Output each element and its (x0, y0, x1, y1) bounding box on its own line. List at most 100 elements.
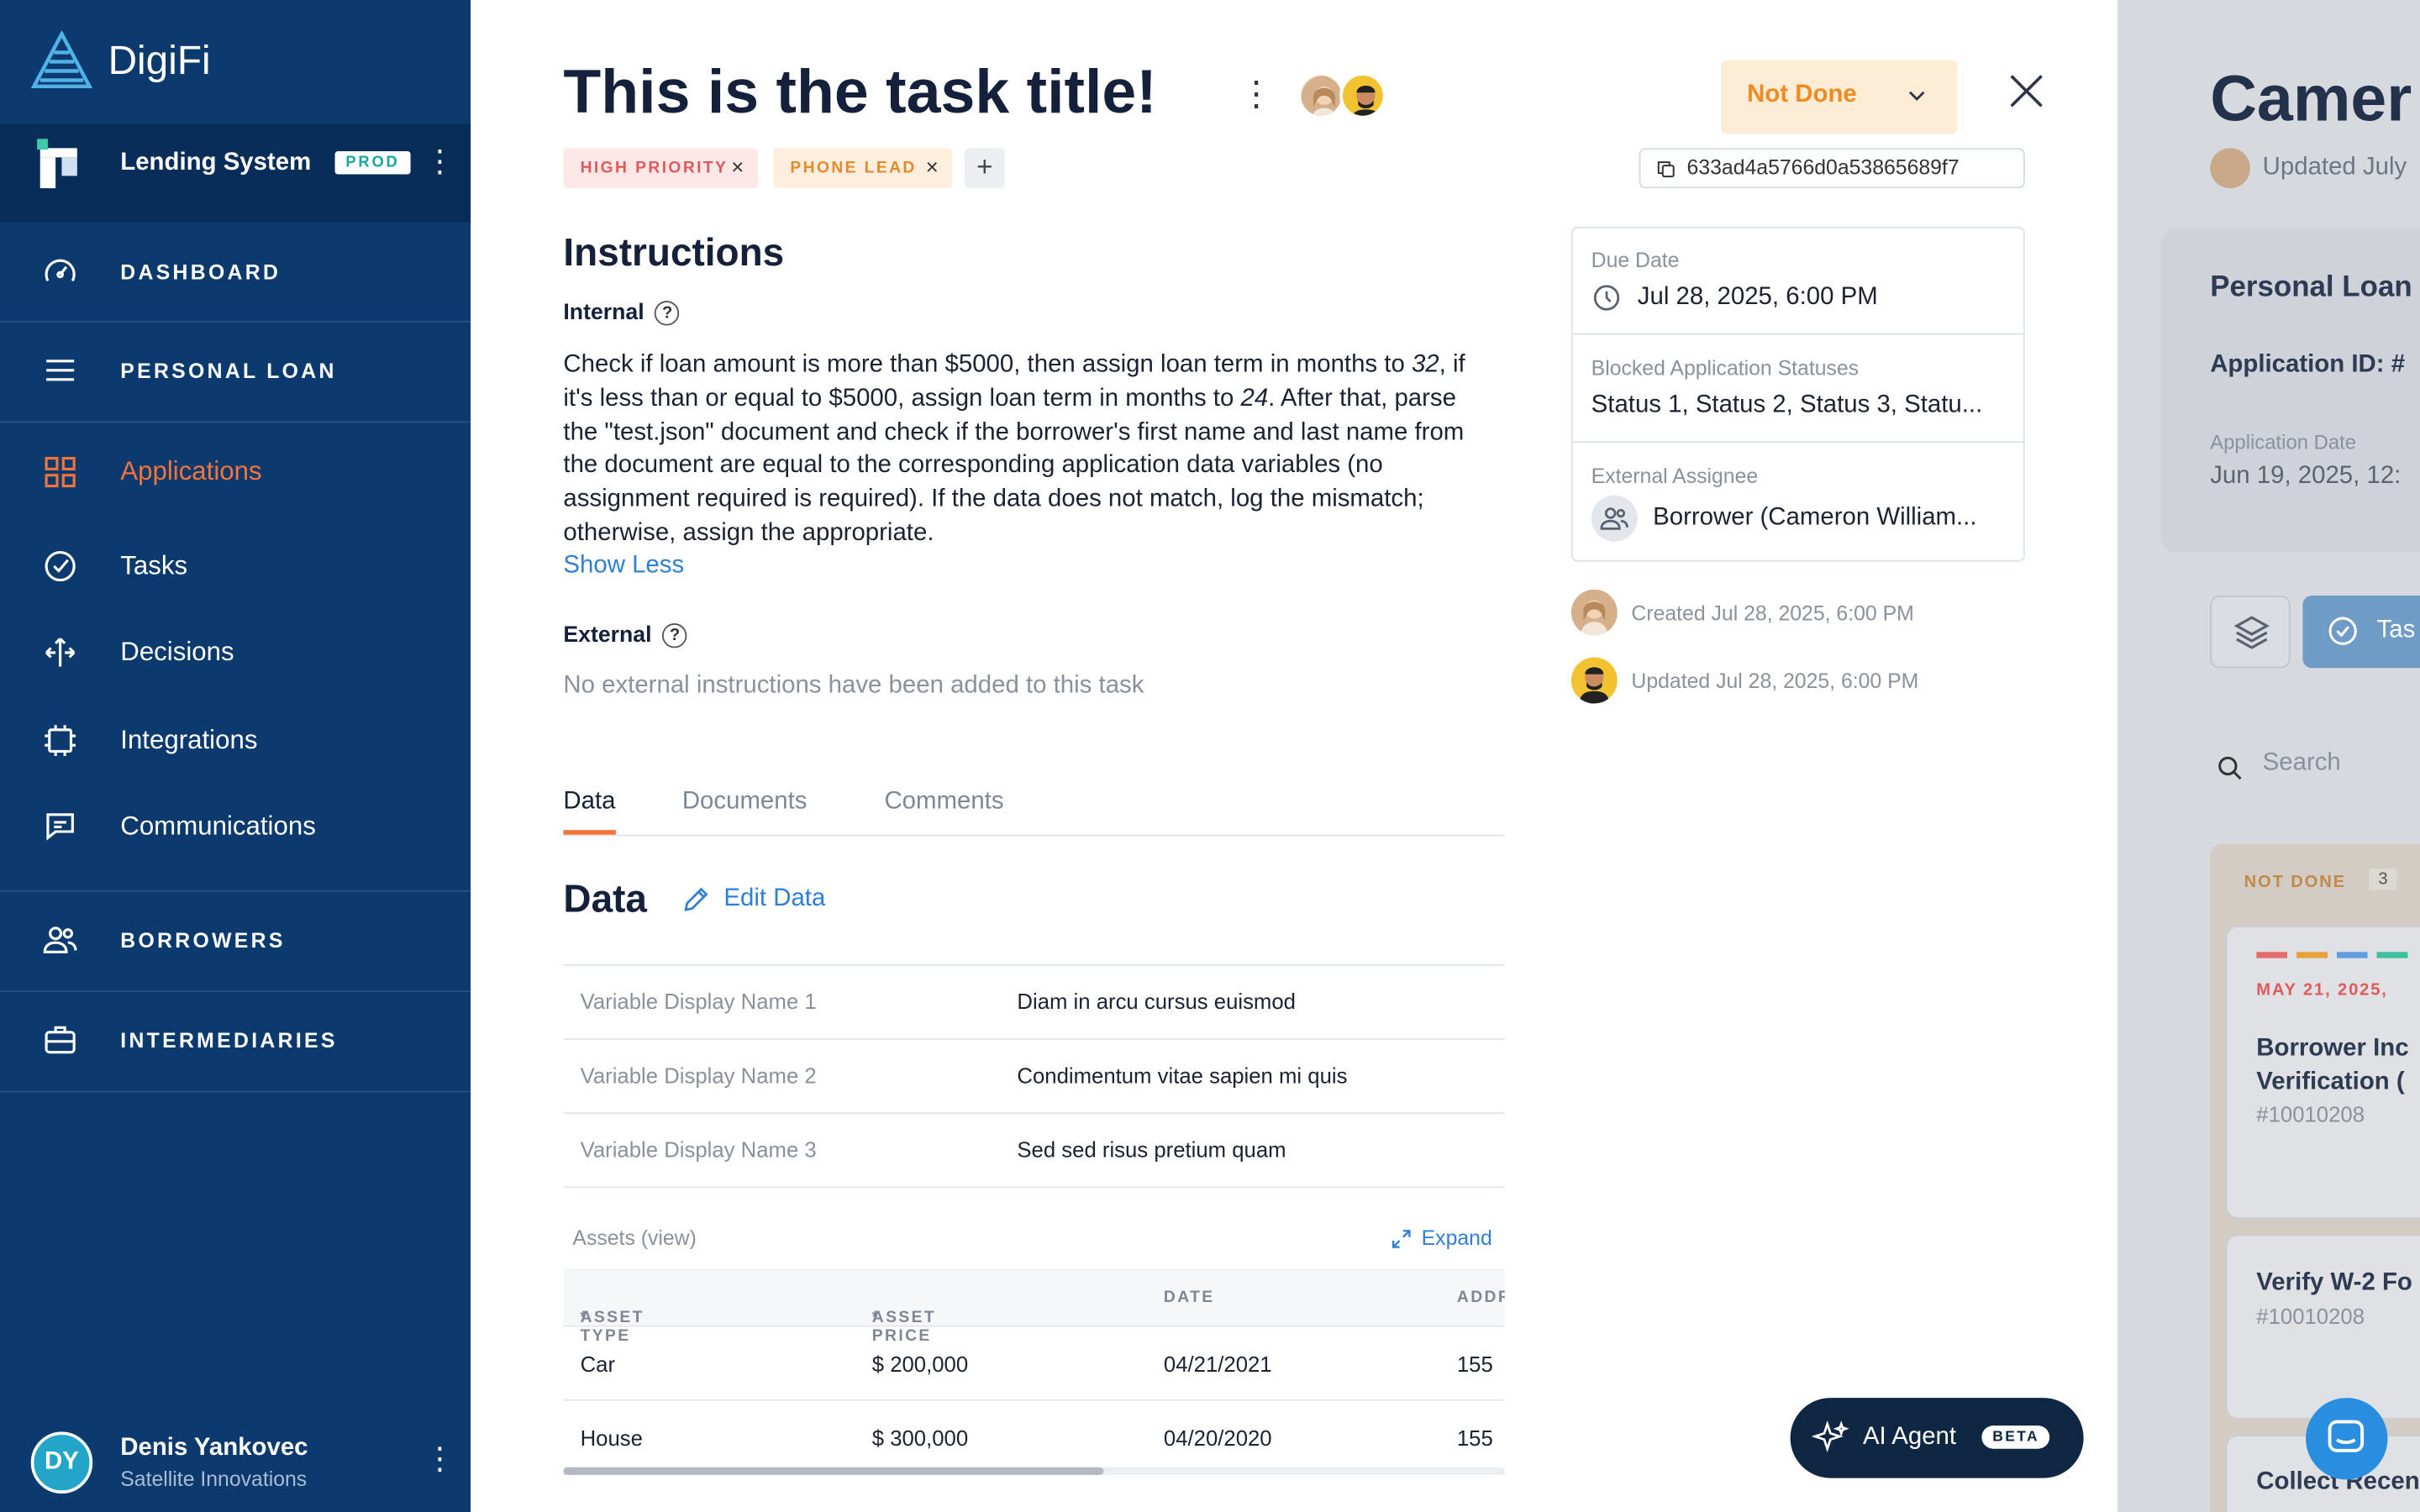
nav-label: Communications (120, 811, 316, 842)
user-menu-icon[interactable]: ⋮ (424, 1444, 455, 1475)
logo[interactable]: DigiFi (30, 30, 211, 90)
due-date-label: Due Date (1591, 248, 1680, 272)
instr-em-1: 32 (1411, 351, 1439, 378)
sidebar: DigiFi Lending System PROD ⋮ DASHBOARD P… (0, 0, 471, 1512)
users-icon (1591, 495, 1638, 542)
created-text: Created Jul 28, 2025, 6:00 PM (1631, 601, 1914, 624)
updated-text: Updated Jul 28, 2025, 6:00 PM (1631, 669, 1919, 692)
asset-addr: 155 (1456, 1351, 1493, 1377)
table-row[interactable]: Car $ 200,000 04/21/2021 155 (563, 1327, 1505, 1401)
bg-card-color-bars (2256, 952, 2420, 958)
variable-name: Variable Display Name 2 (580, 1063, 817, 1088)
check-circle-icon (45, 550, 76, 582)
more-menu-icon[interactable]: ⋮ (1239, 76, 1273, 111)
user-name: Denis Yankovec (120, 1435, 308, 1462)
edit-data-button[interactable]: Edit Data (681, 884, 825, 915)
nav-tasks[interactable]: Tasks (0, 517, 471, 616)
org-icon (37, 139, 77, 189)
remove-tag-icon[interactable]: × (731, 155, 744, 179)
bg-tasks-button: Tas (2302, 595, 2420, 669)
assignee-label: External Assignee (1591, 464, 1759, 488)
beta-badge: BETA (1981, 1425, 2050, 1449)
bg-avatar (2210, 148, 2250, 189)
external-label: External (563, 623, 652, 648)
tab-documents[interactable]: Documents (682, 789, 808, 816)
nav-personal-loan[interactable]: PERSONAL LOAN (0, 321, 471, 420)
asset-date: 04/21/2021 (1163, 1351, 1272, 1377)
remove-tag-icon[interactable]: × (926, 155, 939, 179)
asset-price: $ 300,000 (871, 1425, 969, 1451)
status-dropdown[interactable]: Not Done (1720, 60, 1957, 134)
nav-label: Integrations (120, 725, 258, 755)
chat-launcher-button[interactable] (2306, 1398, 2388, 1480)
asset-addr: 155 (1456, 1425, 1493, 1451)
column-header: DATE (1163, 1288, 1215, 1307)
background-page: Camer Updated July Personal Loan Applica… (2117, 0, 2420, 1512)
org-menu-icon[interactable]: ⋮ (424, 146, 455, 177)
assets-label: Assets (view) (572, 1226, 697, 1250)
task-panel: This is the task title! ⋮ Not Done HIGH … (471, 0, 2118, 1512)
expand-button[interactable]: Expand (1391, 1226, 1492, 1250)
nav-communications[interactable]: Communications (0, 778, 471, 877)
asset-type: House (580, 1425, 643, 1451)
nav-label: PERSONAL LOAN (120, 359, 337, 382)
bg-tasks-label: Tas (2376, 617, 2416, 643)
nav-applications[interactable]: Applications (0, 423, 471, 522)
digifi-logo-icon (30, 30, 93, 89)
users-icon (43, 927, 77, 953)
check-circle-icon (2328, 617, 2357, 645)
data-heading: Data (563, 878, 647, 921)
internal-heading: Internal ? (563, 301, 680, 326)
nav-label: INTERMEDIARIES (120, 1028, 338, 1052)
nav-integrations[interactable]: Integrations (0, 691, 471, 790)
updated-info: Updated Jul 28, 2025, 6:00 PM (1570, 657, 1919, 704)
nav-borrowers[interactable]: BORROWERS (0, 890, 471, 990)
assignee-section[interactable]: External Assignee Borrower (Cameron Will… (1573, 443, 2023, 560)
bg-card1-date: MAY 21, 2025, (2256, 981, 2388, 1000)
table-row: Variable Display Name 2 Condimentum vita… (563, 1040, 1505, 1115)
tag-phone-lead[interactable]: PHONE LEAD × (773, 148, 953, 189)
tag-high-priority[interactable]: HIGH PRIORITY × (563, 148, 758, 189)
assets-table: ASSET TYPE * ASSET PRICE * DATE ADDR Car… (563, 1268, 1505, 1475)
bg-column-count: 3 (2369, 869, 2397, 890)
close-icon[interactable] (2007, 71, 2047, 111)
task-title[interactable]: This is the task title! (563, 59, 1156, 129)
due-date-section[interactable]: Due Date Jul 28, 2025, 6:00 PM (1572, 228, 2023, 335)
variable-name: Variable Display Name 3 (580, 1137, 817, 1163)
table-row[interactable]: House $ 300,000 04/20/2020 155 (563, 1401, 1505, 1475)
copy-icon (1657, 161, 1675, 178)
bg-updated: Updated July (2262, 154, 2407, 181)
tab-comments[interactable]: Comments (884, 789, 1003, 816)
expand-icon (1392, 1229, 1411, 1247)
variable-value: Diam in arcu cursus euismod (1017, 989, 1296, 1014)
user-profile[interactable]: DY Denis Yankovec Satellite Innovations … (0, 1413, 471, 1512)
horizontal-scrollbar[interactable] (563, 1467, 1505, 1475)
ai-agent-button[interactable]: AI Agent BETA (1790, 1398, 2084, 1478)
task-id[interactable]: 633ad4a5766d0a53865689f7 (1639, 148, 2025, 189)
nav-intermediaries[interactable]: INTERMEDIARIES (0, 990, 471, 1089)
org-switcher[interactable]: Lending System PROD ⋮ (0, 123, 471, 223)
env-badge: PROD (334, 150, 411, 175)
tab-data[interactable]: Data (563, 789, 616, 835)
required-marker: * (580, 1308, 589, 1327)
scrollbar-thumb[interactable] (563, 1467, 1104, 1475)
user-org: Satellite Innovations (120, 1467, 308, 1491)
help-icon[interactable]: ? (662, 623, 687, 648)
blocked-statuses-section[interactable]: Blocked Application Statuses Status 1, S… (1572, 335, 2023, 444)
divider (0, 1090, 471, 1093)
add-tag-button[interactable]: + (964, 148, 1005, 189)
bg-card1-title-1: Borrower Inc (2256, 1035, 2409, 1062)
expand-label: Expand (1421, 1226, 1492, 1250)
due-date-value: Jul 28, 2025, 6:00 PM (1637, 283, 1878, 311)
show-less-link[interactable]: Show Less (563, 553, 684, 580)
external-instructions: No external instructions have been added… (563, 672, 1144, 700)
nav-label: Applications (120, 456, 262, 486)
org-name: Lending System (120, 150, 312, 176)
nav-decisions[interactable]: Decisions (0, 603, 471, 702)
instr-em-2: 24 (1240, 385, 1269, 412)
instructions-heading: Instructions (563, 231, 785, 275)
grid-icon (45, 456, 76, 488)
nav-dashboard[interactable]: DASHBOARD (0, 222, 471, 321)
variables-table: Variable Display Name 1 Diam in arcu cur… (563, 963, 1505, 1189)
help-icon[interactable]: ? (655, 301, 680, 326)
